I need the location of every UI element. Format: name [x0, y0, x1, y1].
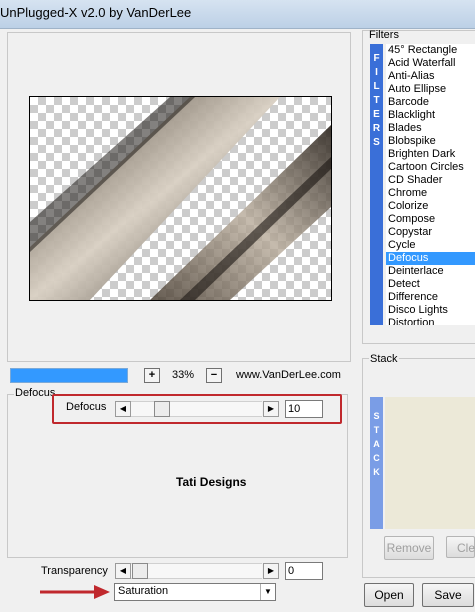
filter-list-item[interactable]: Copystar [386, 226, 475, 239]
filter-list-item[interactable]: Detect [386, 278, 475, 291]
preview-image[interactable] [29, 96, 332, 301]
filter-list-item[interactable]: Deinterlace [386, 265, 475, 278]
blend-mode-value: Saturation [118, 585, 169, 597]
defocus-right-button[interactable]: ▶ [263, 401, 279, 417]
filter-list-item[interactable]: Disco Lights [386, 304, 475, 317]
filter-list-item[interactable]: 45° Rectangle [386, 44, 475, 57]
filter-list-item[interactable]: Brighten Dark [386, 148, 475, 161]
filters-list[interactable]: 45° Rectangle Acid Waterfall Anti-Alias Aut… [386, 44, 475, 325]
blend-mode-select[interactable]: Saturation ▼ [114, 583, 276, 601]
stack-list[interactable] [385, 397, 475, 529]
clear-button[interactable]: Clea [446, 536, 475, 558]
annotation-arrow [40, 584, 110, 603]
filter-list-item[interactable]: Colorize [386, 200, 475, 213]
filter-list-item[interactable]: Defocus [386, 252, 475, 265]
group-label: Defocus [14, 387, 57, 399]
filter-list-item[interactable]: Anti-Alias [386, 70, 475, 83]
credit-text: Tati Designs [176, 475, 247, 489]
remove-button[interactable]: Remove [384, 536, 434, 560]
defocus-left-button[interactable]: ◀ [115, 401, 131, 417]
stack-sidebar-label: STACK [370, 397, 383, 529]
filter-list-item[interactable]: Compose [386, 213, 475, 226]
filters-sidebar-label: FILTERS [370, 44, 383, 325]
filter-list-item[interactable]: Cycle [386, 239, 475, 252]
window-title: UnPlugged-X v2.0 by VanDerLee [0, 5, 192, 20]
transparency-right-button[interactable]: ▶ [263, 563, 279, 579]
transparency-track[interactable] [131, 563, 262, 579]
zoom-out-button[interactable]: − [206, 368, 222, 383]
defocus-value-field[interactable]: 10 [285, 400, 323, 418]
filter-list-item[interactable]: CD Shader [386, 174, 475, 187]
chevron-down-icon[interactable]: ▼ [260, 584, 275, 600]
filter-list-item[interactable]: Distortion [386, 317, 475, 325]
filter-list-item[interactable]: Cartoon Circles [386, 161, 475, 174]
defocus-track[interactable] [131, 401, 262, 417]
title-bar: UnPlugged-X v2.0 by VanDerLee [0, 0, 475, 29]
filter-list-item[interactable]: Blacklight [386, 109, 475, 122]
filters-title: Filters [369, 29, 399, 41]
progress-bar [10, 368, 128, 383]
zoom-level: 33% [172, 369, 195, 381]
preview-graphic [30, 97, 331, 300]
stack-title: Stack [369, 353, 399, 365]
filter-list-item[interactable]: Blades [386, 122, 475, 135]
transparency-left-button[interactable]: ◀ [115, 563, 131, 579]
save-button[interactable]: Save [422, 583, 474, 607]
filter-list-item[interactable]: Barcode [386, 96, 475, 109]
zoom-in-button[interactable]: + [144, 368, 160, 383]
filter-list-item[interactable]: Chrome [386, 187, 475, 200]
transparency-value-field[interactable]: 0 [285, 562, 323, 580]
transparency-label: Transparency [41, 565, 108, 577]
defocus-thumb[interactable] [154, 401, 170, 417]
filter-list-item[interactable]: Auto Ellipse [386, 83, 475, 96]
transparency-thumb[interactable] [132, 563, 148, 579]
filter-list-item[interactable]: Blobspike [386, 135, 475, 148]
plugin-window: UnPlugged-X v2.0 by VanDerLee + 33% − ww… [0, 0, 475, 612]
filter-list-item[interactable]: Acid Waterfall [386, 57, 475, 70]
open-button[interactable]: Open [364, 583, 414, 607]
website-link[interactable]: www.VanDerLee.com [236, 369, 341, 381]
filter-list-item[interactable]: Difference [386, 291, 475, 304]
defocus-label: Defocus [66, 401, 107, 413]
